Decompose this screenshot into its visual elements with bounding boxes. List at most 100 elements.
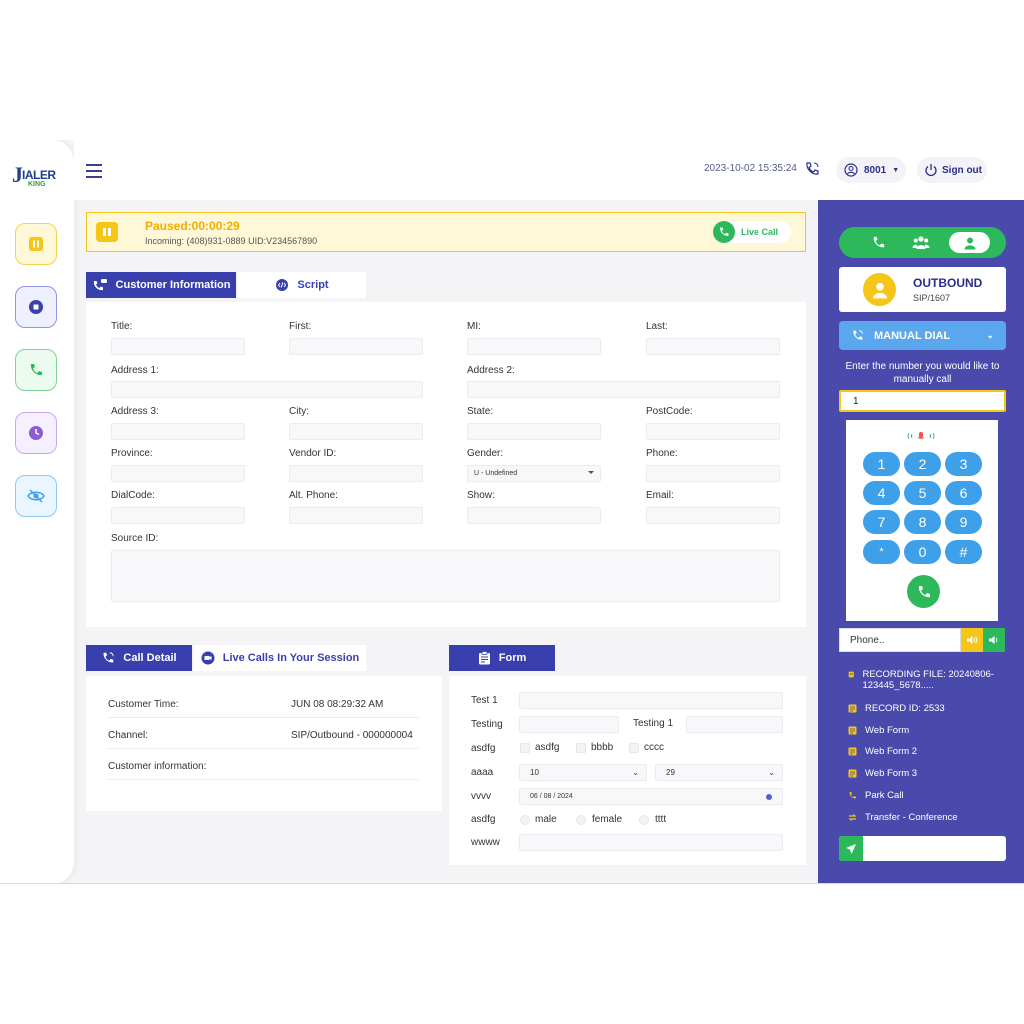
- volume-down-button[interactable]: [983, 628, 1005, 652]
- province-input[interactable]: [111, 465, 245, 482]
- cccc-checkbox[interactable]: [629, 743, 639, 753]
- gender-label: Gender:: [467, 448, 504, 459]
- key-3[interactable]: 3: [945, 452, 982, 476]
- address2-input[interactable]: [467, 381, 780, 398]
- city-input[interactable]: [289, 423, 423, 440]
- recording-file-link[interactable]: RECORDING FILE: 20240806-123445_5678....…: [848, 669, 1008, 691]
- email-input[interactable]: [646, 507, 780, 524]
- tab-call-detail[interactable]: Call Detail: [86, 645, 192, 671]
- sidebar-history-button[interactable]: [15, 412, 57, 454]
- phone-icon[interactable]: [871, 235, 886, 250]
- state-input[interactable]: [467, 423, 601, 440]
- key-1[interactable]: 1: [863, 452, 900, 476]
- sip-id: SIP/1607: [913, 293, 951, 303]
- last-label: Last:: [646, 321, 668, 332]
- form-icon: [848, 747, 857, 756]
- key-6[interactable]: 6: [945, 481, 982, 505]
- mi-input[interactable]: [467, 338, 601, 355]
- phone-input[interactable]: [646, 465, 780, 482]
- key-7[interactable]: 7: [863, 510, 900, 534]
- test1-input[interactable]: [519, 692, 783, 709]
- tab-script[interactable]: Script: [238, 272, 366, 298]
- phone-icon: [918, 585, 930, 597]
- web-form-2-link[interactable]: Web Form 2: [848, 746, 917, 757]
- park-call-link[interactable]: Park Call: [848, 790, 904, 801]
- tttt-radio[interactable]: [639, 815, 649, 825]
- sidebar-pause-button[interactable]: [15, 223, 57, 265]
- sidebar-hide-button[interactable]: [15, 475, 57, 517]
- group-icon[interactable]: [912, 235, 930, 250]
- source-id-textarea[interactable]: [111, 550, 780, 602]
- aaaa-select-1[interactable]: 10 ⌄: [519, 764, 647, 781]
- key-star[interactable]: *: [863, 540, 900, 564]
- female-radio[interactable]: [576, 815, 586, 825]
- phone-icon[interactable]: [804, 161, 820, 177]
- show-input[interactable]: [467, 507, 601, 524]
- alt-phone-input[interactable]: [289, 507, 423, 524]
- web-form-3-link[interactable]: Web Form 3: [848, 768, 917, 779]
- key-hash[interactable]: #: [945, 540, 982, 564]
- sidebar-call-button[interactable]: [15, 349, 57, 391]
- vendor-id-input[interactable]: [289, 465, 423, 482]
- live-call-button[interactable]: Live Call: [713, 221, 791, 243]
- code-gear-icon: [276, 279, 289, 291]
- manual-dial-dropdown[interactable]: MANUAL DIAL ⌄: [839, 321, 1006, 350]
- date-input[interactable]: 06 / 08 / 2024: [519, 788, 783, 805]
- address3-input[interactable]: [111, 423, 245, 440]
- tab-live-calls[interactable]: Live Calls In Your Session: [194, 645, 366, 671]
- send-input[interactable]: [839, 836, 1006, 861]
- link-text: Transfer - Conference: [865, 812, 958, 823]
- transfer-conference-link[interactable]: Transfer - Conference: [848, 812, 958, 823]
- channel-label: Channel:: [108, 730, 149, 741]
- key-4[interactable]: 4: [863, 481, 900, 505]
- key-2[interactable]: 2: [904, 452, 941, 476]
- wwww-input[interactable]: [519, 834, 783, 851]
- link-text: Web Form: [865, 725, 910, 736]
- last-input[interactable]: [646, 338, 780, 355]
- dial-call-button[interactable]: [907, 575, 940, 608]
- male-radio[interactable]: [520, 815, 530, 825]
- phone-search-input[interactable]: Phone..: [839, 628, 961, 652]
- avatar: [863, 273, 896, 306]
- first-input[interactable]: [289, 338, 423, 355]
- transfer-icon: [848, 814, 857, 821]
- volume-up-button[interactable]: [961, 628, 983, 652]
- user-icon: [872, 282, 887, 298]
- tab-customer-information[interactable]: Customer Information: [86, 272, 236, 298]
- wwww-label: wwww: [471, 837, 500, 848]
- gender-select[interactable]: U - Undefined: [467, 465, 601, 482]
- key-5[interactable]: 5: [904, 481, 941, 505]
- send-button[interactable]: [839, 836, 863, 861]
- bbbb-checkbox[interactable]: [576, 743, 586, 753]
- pause-icon[interactable]: [96, 222, 118, 242]
- user-id: 8001: [864, 164, 887, 176]
- sidebar-stop-button[interactable]: [15, 286, 57, 328]
- testing-input[interactable]: [519, 716, 619, 733]
- option-label: tttt: [655, 814, 667, 825]
- stop-icon: [29, 300, 43, 314]
- dial-number-input[interactable]: 1: [839, 390, 1006, 412]
- aaaa-select-2[interactable]: 29 ⌄: [655, 764, 783, 781]
- key-0[interactable]: 0: [904, 540, 941, 564]
- sign-out-button[interactable]: Sign out: [917, 157, 987, 183]
- mi-label: MI:: [467, 321, 481, 332]
- dialcode-input[interactable]: [111, 507, 245, 524]
- asdfg-checkbox[interactable]: [520, 743, 530, 753]
- user-menu[interactable]: 8001 ▼: [836, 157, 906, 183]
- tab-label: Call Detail: [123, 652, 177, 664]
- tab-form[interactable]: Form: [449, 645, 555, 671]
- address1-input[interactable]: [111, 381, 423, 398]
- testing1-input[interactable]: [686, 716, 783, 733]
- option-label: cccc: [644, 742, 664, 753]
- menu-icon[interactable]: [86, 164, 102, 178]
- postcode-input[interactable]: [646, 423, 780, 440]
- web-form-link[interactable]: Web Form: [848, 725, 909, 736]
- key-9[interactable]: 9: [945, 510, 982, 534]
- dial-instruction: Enter the number you would like to manua…: [845, 361, 1000, 385]
- key-8[interactable]: 8: [904, 510, 941, 534]
- link-text: Park Call: [865, 790, 904, 801]
- dial-keypad: 1 2 3 4 5 6 7 8 9 * 0 #: [846, 420, 998, 621]
- record-id-link[interactable]: RECORD ID: 2533: [848, 703, 945, 714]
- user-mode-button[interactable]: [949, 232, 990, 253]
- title-input[interactable]: [111, 338, 245, 355]
